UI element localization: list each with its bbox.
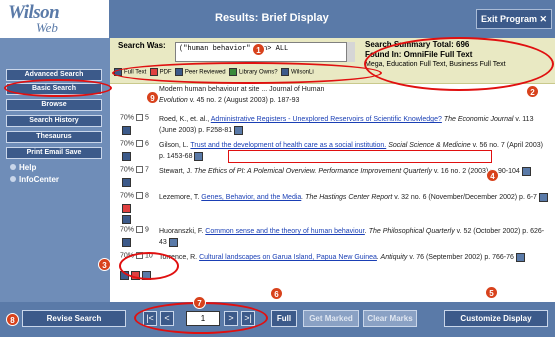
marker-7: 7 — [193, 296, 206, 309]
marker-9: 9 — [146, 91, 159, 104]
result-text: Huoranszki, F. Common sense and the theo… — [159, 226, 549, 248]
result-number: 5 — [144, 114, 149, 122]
marker-6: 6 — [270, 287, 283, 300]
result-tail: v. 32 no. 6 (November/December 2002) p. … — [392, 194, 537, 201]
marker-3: 3 — [98, 258, 111, 271]
marker-2: 2 — [526, 85, 539, 98]
result-title-link[interactable]: Cultural landscapes on Garua Island, Pap… — [199, 254, 377, 261]
full-text-icon[interactable] — [122, 215, 131, 224]
highlight-filter-row — [112, 62, 382, 84]
highlight-record-icons — [119, 252, 179, 280]
relevance: 70% — [120, 166, 135, 174]
clear-marks-button[interactable]: Clear Marks — [363, 310, 417, 327]
full-text-icon[interactable] — [122, 238, 131, 247]
result-number: 9 — [144, 226, 149, 234]
result-text: Lezemore, T. Genes, Behavior, and the Me… — [159, 192, 549, 203]
infocenter-link[interactable]: InfoCenter — [10, 175, 59, 184]
help-link[interactable]: Help — [10, 163, 36, 172]
link-icon[interactable] — [521, 166, 531, 176]
mark-checkbox[interactable] — [136, 192, 144, 199]
help-label: Help — [19, 163, 37, 172]
highlight-search-summary — [364, 37, 554, 91]
relevance: 70% — [120, 226, 135, 234]
result-title-link[interactable]: Common sense and the theory of human beh… — [205, 228, 365, 235]
result-text: Torrence, R. Cultural landscapes on Garu… — [159, 252, 549, 263]
marker-1: 1 — [252, 43, 265, 56]
marker-8: 8 — [6, 313, 19, 326]
bottom-toolbar: Revise Search |< < 1 > >| Full Get Marke… — [0, 302, 555, 337]
link-icon[interactable] — [234, 125, 244, 135]
result-text: Roed, K., et. al., Administrative Regist… — [159, 114, 549, 136]
logo-sub-text: Web — [36, 20, 58, 35]
pdf-icon[interactable] — [122, 204, 131, 213]
result-journal: . The Philosophical Quarterly — [364, 228, 455, 235]
result-number: 7 — [144, 166, 149, 174]
wilsonweb-logo[interactable]: Wilson Web — [0, 0, 110, 38]
result-title-link[interactable]: Trust and the development of health care… — [190, 142, 386, 149]
result-journal: The Ethics of PI: A Polemical Overview. … — [194, 168, 432, 175]
top-bar: Wilson Web Results: Brief Display Exit P… — [0, 0, 555, 38]
result-number: 6 — [144, 140, 149, 148]
mark-checkbox[interactable] — [136, 114, 144, 121]
highlight-title-link — [228, 150, 492, 163]
result-journal: . The Hastings Center Report — [301, 194, 393, 201]
full-button[interactable]: Full — [271, 310, 297, 327]
result-author: Gilson, L. — [159, 142, 191, 149]
result-author: Roed, K., et. al., — [159, 116, 211, 123]
result-rank: 70% 7 — [120, 166, 149, 173]
result-tail: v. 45 no. 2 (August 2003) p. 187-93 — [187, 97, 300, 104]
search-query-box[interactable]: ("human behavior" <in> ALL — [175, 42, 355, 62]
query-scrollbar[interactable] — [346, 42, 355, 62]
link-icon[interactable] — [168, 237, 178, 247]
revise-search-button[interactable]: Revise Search — [22, 310, 126, 327]
search-was-label: Search Was: — [118, 41, 166, 50]
result-rank: 70% 9 — [120, 226, 149, 233]
infocenter-label: InfoCenter — [19, 175, 59, 184]
result-author: Stewart, J. — [159, 168, 195, 175]
full-text-icon[interactable] — [122, 126, 131, 135]
result-number: 8 — [144, 192, 149, 200]
result-rank: 70% 6 — [120, 140, 149, 147]
result-title-link[interactable]: Genes, Behavior, and the Media — [201, 194, 301, 201]
search-history-button[interactable]: Search History — [6, 115, 102, 127]
result-author: Huoranszki, F. — [159, 228, 206, 235]
mark-checkbox[interactable] — [136, 226, 144, 233]
result-rank: 70% 8 — [120, 192, 149, 199]
result-title-link[interactable]: Administrative Registers - Unexplored Re… — [211, 116, 442, 123]
relevance: 70% — [120, 114, 135, 122]
result-journal: Evolution — [159, 97, 188, 104]
result-prefix-line: Modern human behaviour at site ... Journ… — [159, 86, 325, 93]
print-email-save-button[interactable]: Print Email Save — [6, 147, 102, 159]
full-text-icon[interactable] — [122, 178, 131, 187]
exit-program-button[interactable]: Exit Program ✕ — [476, 9, 552, 29]
customize-display-button[interactable]: Customize Display — [444, 310, 548, 327]
thesaurus-button[interactable]: Thesaurus — [6, 131, 102, 143]
link-icon[interactable] — [515, 252, 525, 262]
infocenter-bullet-icon — [10, 176, 16, 182]
result-tail: v. 16 no. 2 (2003) p. 90-104 — [431, 168, 520, 175]
page-title: Results: Brief Display — [215, 12, 329, 24]
link-icon[interactable] — [538, 192, 548, 202]
marker-4: 4 — [486, 169, 499, 182]
result-journal: Social Science & Medicine — [388, 142, 471, 149]
mark-checkbox[interactable] — [136, 166, 144, 173]
relevance: 70% — [120, 192, 135, 200]
help-bullet-icon — [10, 164, 16, 170]
result-tail: v. 76 (September 2002) p. 766-76 — [407, 254, 514, 261]
result-author: Lezemore, T. — [159, 194, 202, 201]
result-rank: 70% 5 — [120, 114, 149, 121]
link-icon[interactable] — [194, 151, 204, 161]
result-journal: The Economic Journal — [443, 116, 514, 123]
highlight-basic-search — [4, 79, 112, 97]
marker-5: 5 — [485, 286, 498, 299]
result-journal: . Antiquity — [376, 254, 408, 261]
full-text-icon[interactable] — [122, 152, 131, 161]
browse-button[interactable]: Browse — [6, 99, 102, 111]
mark-checkbox[interactable] — [136, 140, 144, 147]
get-marked-button[interactable]: Get Marked — [303, 310, 359, 327]
relevance: 70% — [120, 140, 135, 148]
